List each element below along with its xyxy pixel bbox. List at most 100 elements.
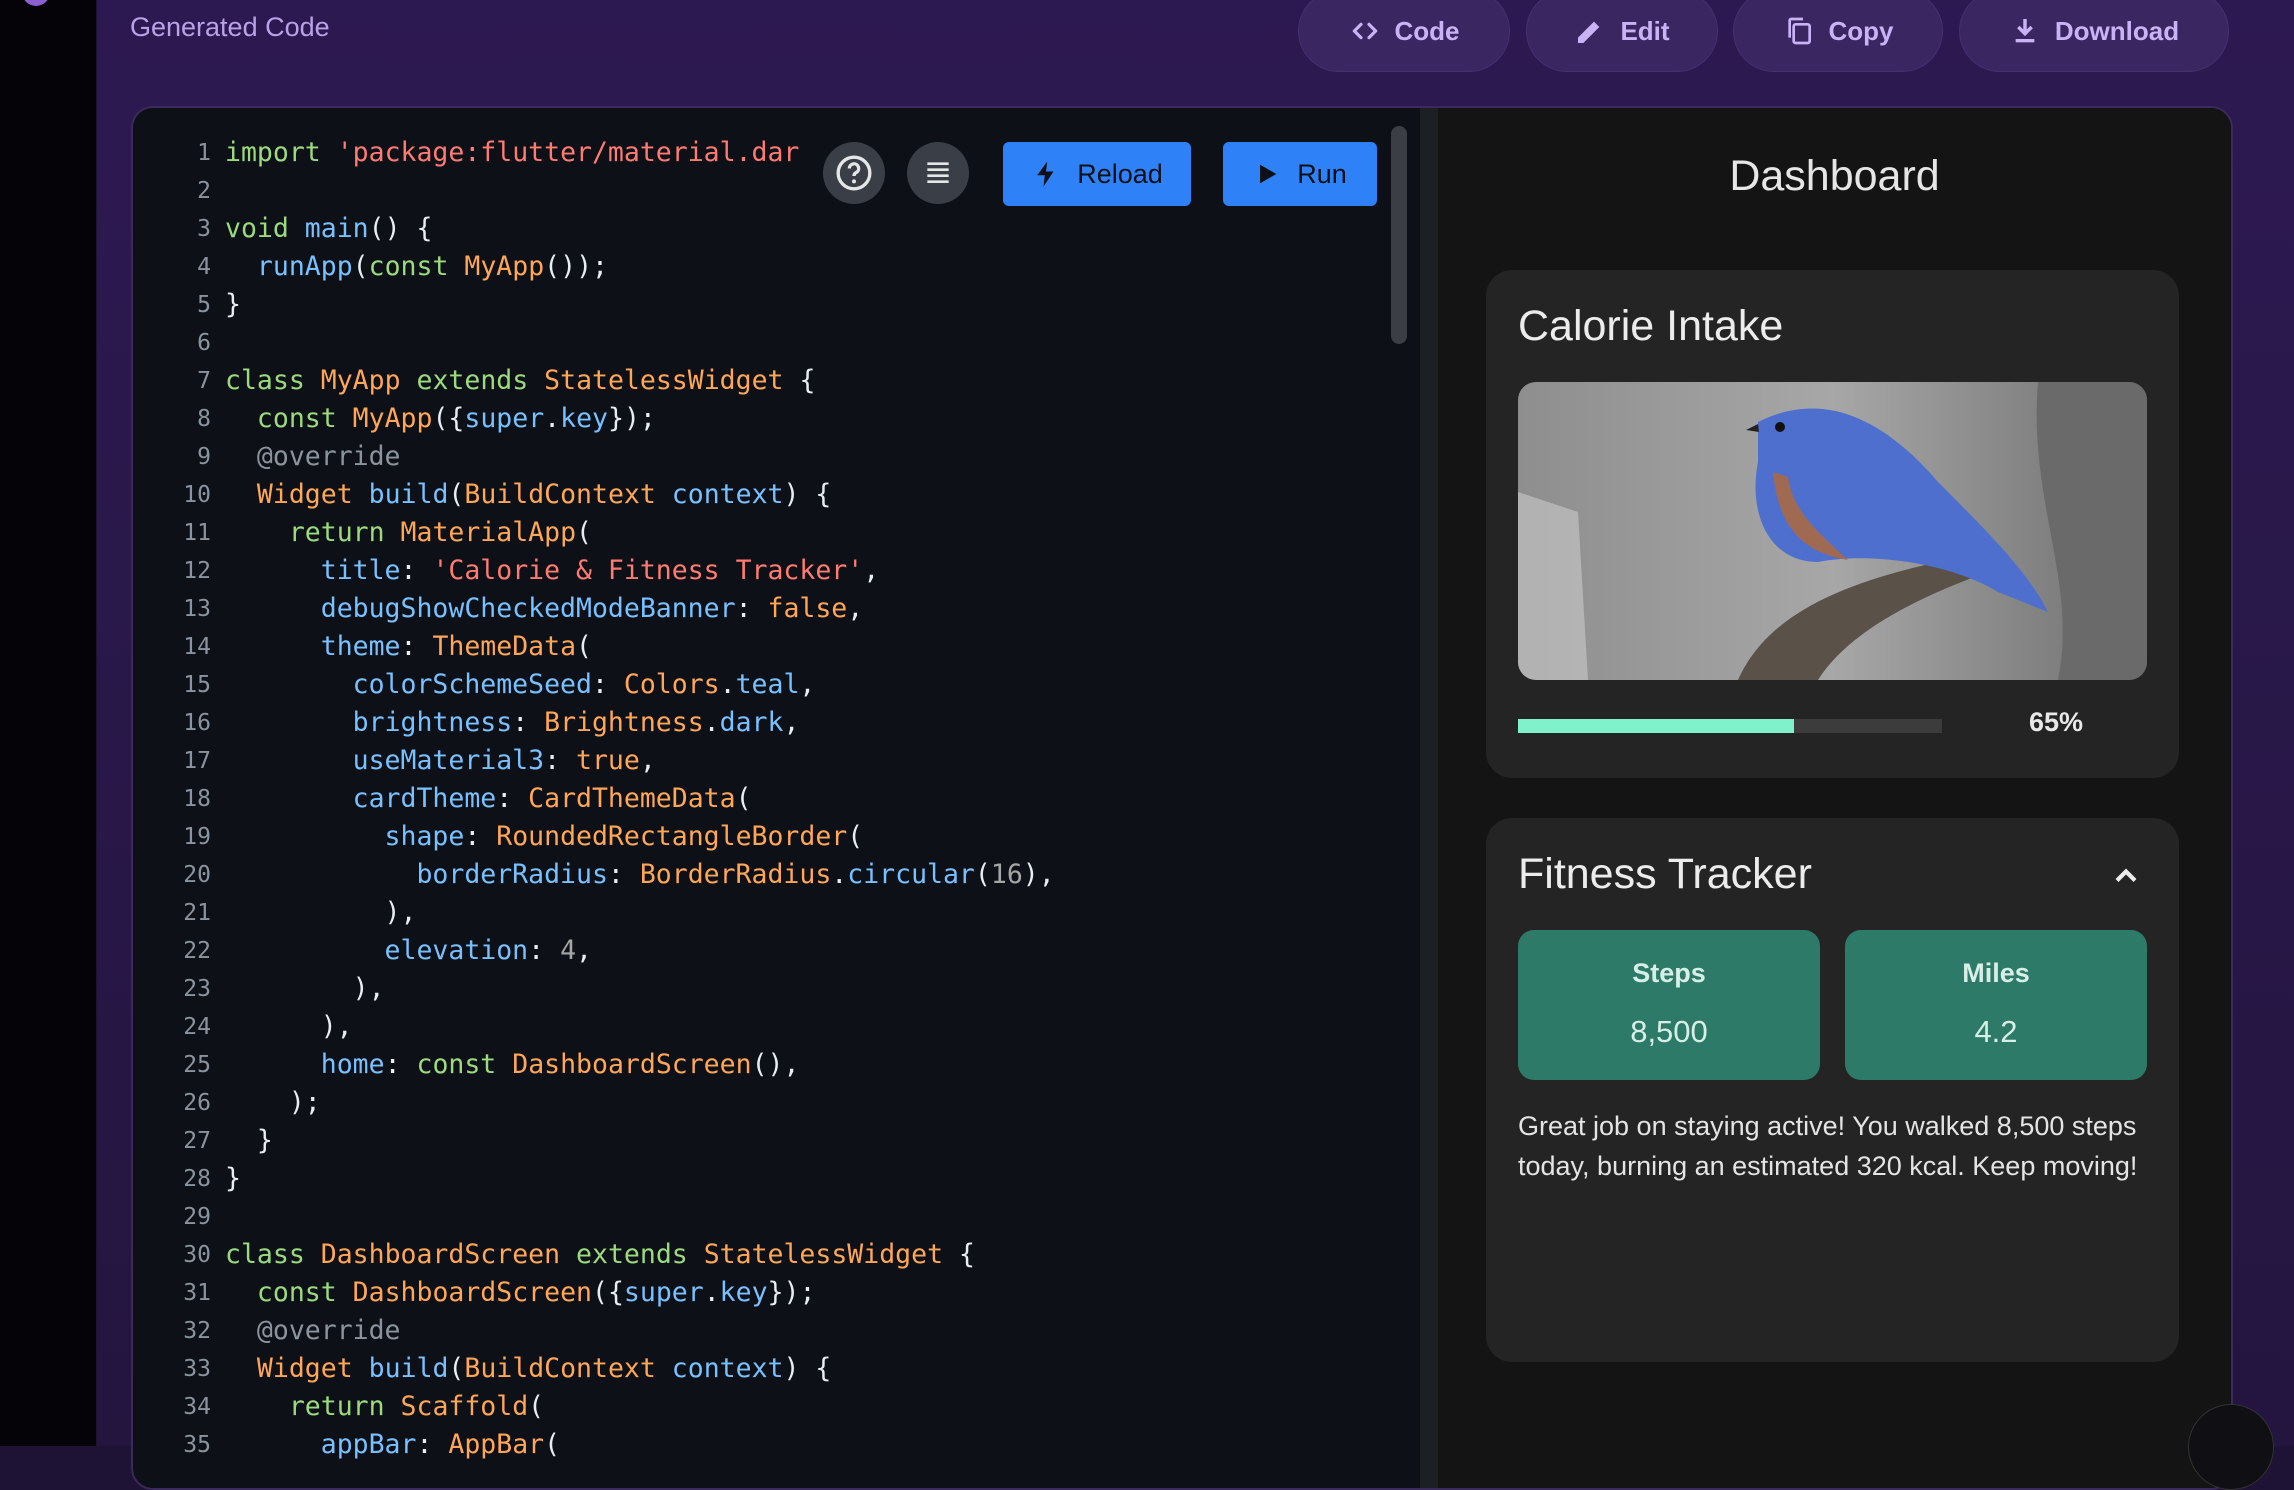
line-code: elevation: 4, (384, 935, 592, 966)
line-number: 33 (183, 1356, 211, 1382)
code-editor[interactable]: 1 import 'package:flutter/material.dar 2 3 v… (133, 108, 1420, 1488)
copy-button[interactable]: Copy (1733, 0, 1943, 72)
line-number: 27 (183, 1128, 211, 1154)
code-button-label: Code (1394, 15, 1460, 46)
line-number: 11 (183, 520, 211, 546)
code-preview-panel: 1 import 'package:flutter/material.dar 2 3 v… (131, 106, 2233, 1490)
line-number: 19 (183, 824, 211, 850)
reload-button[interactable]: Reload (1003, 142, 1191, 206)
edit-button-label: Edit (1620, 15, 1670, 46)
calorie-progress-label: 65% (2029, 707, 2084, 737)
miles-label: Miles (1962, 958, 2030, 988)
line-code: return MaterialApp( (288, 517, 592, 548)
line-code: useMaterial3: true, (352, 745, 656, 776)
run-button-label: Run (1297, 158, 1347, 189)
help-button[interactable] (823, 142, 885, 204)
line-code: appBar: AppBar( (320, 1429, 561, 1460)
format-button[interactable] (907, 142, 969, 204)
calorie-card: Calorie Intake 65% (1486, 270, 2179, 778)
line-number: 25 (183, 1052, 211, 1078)
line-code: Widget build(BuildContext context) { (256, 1353, 832, 1384)
fitness-card-title: Fitness Tracker (1518, 850, 1812, 898)
copy-icon (1787, 17, 1811, 45)
line-number: 28 (183, 1166, 211, 1192)
fitness-card: Fitness Tracker Steps 8,500 Miles 4.2 Gr… (1486, 818, 2179, 1362)
preview-title: Dashboard (1729, 152, 1940, 200)
line-code: class MyApp extends StatelessWidget { (225, 365, 816, 396)
line-code: } (225, 1125, 273, 1156)
code-button[interactable]: Code (1298, 0, 1510, 72)
left-rail (0, 0, 96, 1446)
line-number: 29 (183, 1204, 211, 1230)
line-number: 30 (183, 1242, 211, 1268)
line-code: const DashboardScreen({super.key}); (256, 1277, 816, 1308)
line-number: 2 (197, 178, 211, 204)
line-number: 35 (183, 1432, 211, 1458)
line-code: ), (225, 897, 417, 928)
steps-tile: Steps 8,500 (1518, 930, 1820, 1080)
reload-button-label: Reload (1077, 158, 1163, 189)
line-code: @override (256, 1315, 401, 1346)
download-button-label: Download (2054, 15, 2180, 46)
scroll-fab[interactable] (2188, 1404, 2274, 1490)
help-circle-icon (836, 155, 872, 191)
bolt-icon (1037, 161, 1054, 187)
line-number: 10 (183, 482, 211, 508)
line-code: } (225, 1163, 241, 1194)
line-number: 16 (183, 710, 211, 736)
format-lines-icon (927, 162, 949, 183)
line-number: 20 (183, 862, 211, 888)
line-code: void main() { (225, 213, 433, 244)
line-code: theme: ThemeData( (320, 631, 592, 662)
line-number: 4 (197, 254, 211, 280)
line-code: brightness: Brightness.dark, (352, 707, 800, 738)
page-title: Generated Code (130, 12, 330, 42)
steps-label: Steps (1632, 958, 1706, 988)
calorie-progress-bar (1518, 719, 1942, 733)
run-button[interactable]: Run (1223, 142, 1377, 206)
line-number: 22 (183, 938, 211, 964)
app-preview: Dashboard Calorie Intake 65% Fitness Tra… (1438, 108, 2231, 1488)
line-code: shape: RoundedRectangleBorder( (384, 821, 864, 852)
play-icon (1260, 164, 1277, 184)
line-code: ); (225, 1087, 321, 1118)
line-code: cardTheme: CardThemeData( (352, 783, 752, 814)
line-number: 8 (197, 406, 211, 432)
steps-value: 8,500 (1630, 1014, 1708, 1049)
line-code: ), (225, 1011, 353, 1042)
line-code: const MyApp({super.key}); (256, 403, 656, 434)
line-number: 18 (183, 786, 211, 812)
split-divider[interactable] (1420, 108, 1438, 1488)
chevron-up-icon[interactable] (2108, 858, 2144, 894)
miles-tile: Miles 4.2 (1845, 930, 2147, 1080)
line-code: } (225, 289, 241, 320)
editor-scrollbar[interactable] (1391, 126, 1407, 344)
calorie-card-title: Calorie Intake (1518, 302, 1784, 350)
line-code: import 'package:flutter/material.dar (225, 137, 800, 168)
line-code: class DashboardScreen extends StatelessW… (225, 1239, 975, 1270)
line-number: 7 (197, 368, 211, 394)
line-number: 15 (183, 672, 211, 698)
line-number: 32 (183, 1318, 211, 1344)
edit-button[interactable]: Edit (1526, 0, 1718, 72)
line-code: return Scaffold( (288, 1391, 545, 1422)
line-number: 3 (197, 216, 211, 242)
line-code: colorSchemeSeed: Colors.teal, (352, 669, 816, 700)
line-number: 31 (183, 1280, 211, 1306)
copy-button-label: Copy (1828, 15, 1894, 46)
calorie-progress-fill (1518, 719, 1794, 733)
line-number: 34 (183, 1394, 211, 1420)
line-number: 9 (197, 444, 211, 470)
download-button[interactable]: Download (1959, 0, 2229, 72)
pencil-icon (1578, 21, 1600, 43)
line-number: 23 (183, 976, 211, 1002)
line-code: borderRadius: BorderRadius.circular(16), (416, 859, 1055, 890)
line-number: 1 (197, 140, 211, 166)
line-number: 17 (183, 748, 211, 774)
line-number: 26 (183, 1090, 211, 1116)
line-code: debugShowCheckedModeBanner: false, (320, 593, 864, 624)
avatar[interactable] (22, 0, 50, 6)
line-code: ), (225, 973, 385, 1004)
line-code: home: const DashboardScreen(), (320, 1049, 800, 1080)
download-icon (2015, 19, 2035, 43)
